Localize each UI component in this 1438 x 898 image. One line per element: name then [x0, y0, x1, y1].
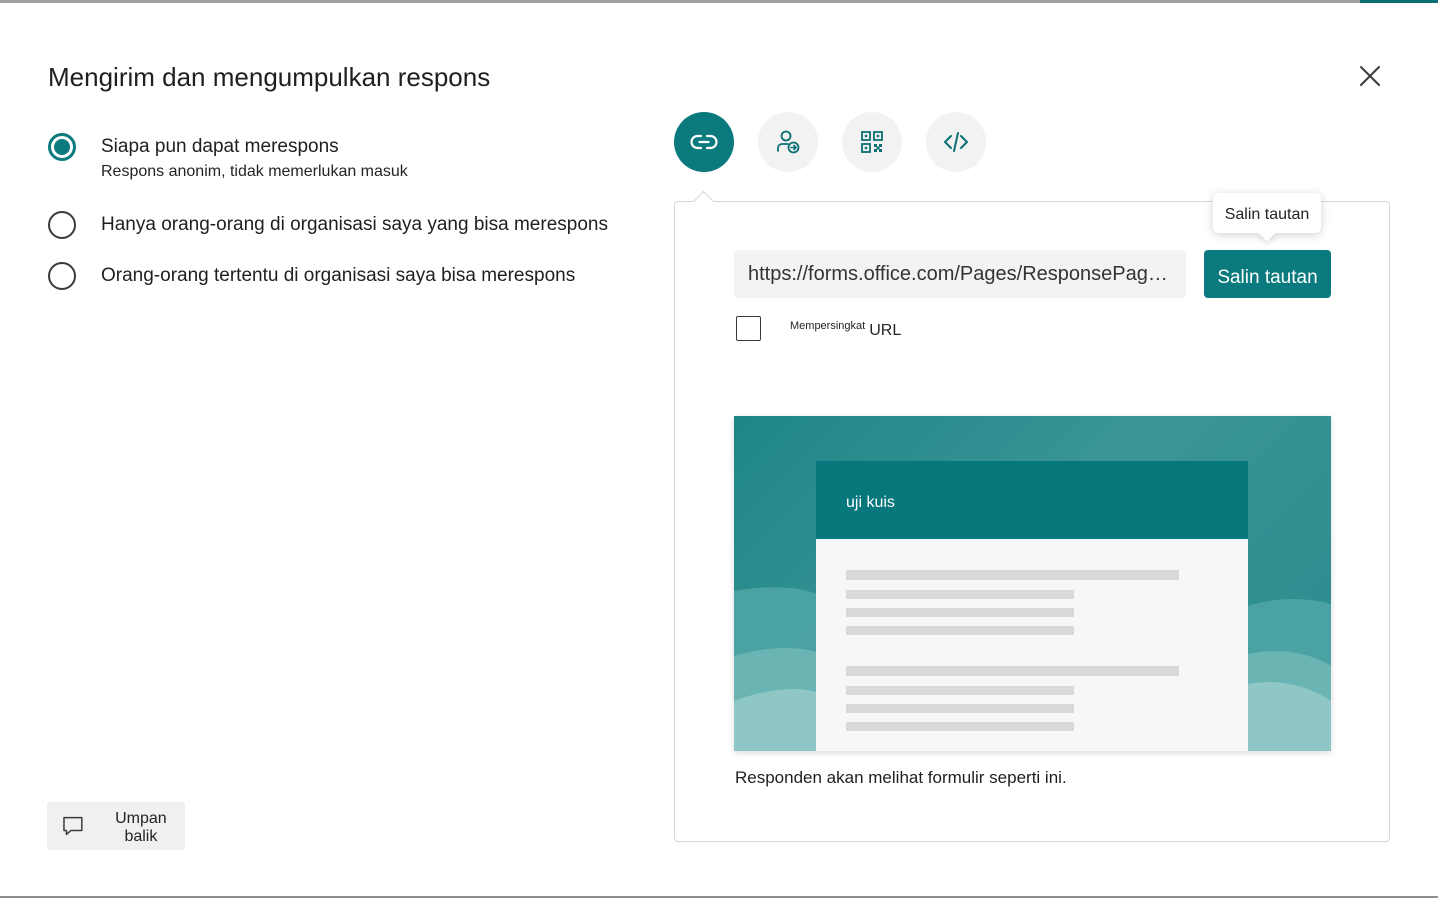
radio-organization[interactable]: [48, 211, 76, 239]
preview-form-card: uji kuis: [816, 461, 1248, 751]
tab-link[interactable]: [674, 112, 734, 172]
option-anyone[interactable]: Siapa pun dapat merespons Respons anonim…: [48, 133, 408, 181]
option-anyone-label: Siapa pun dapat merespons: [101, 136, 339, 157]
feedback-button[interactable]: Umpan balik: [47, 802, 185, 850]
close-button[interactable]: [1354, 60, 1386, 92]
invite-person-icon: [777, 130, 800, 154]
option-anyone-sublabel: Respons anonim, tidak memerlukan masuk: [101, 163, 408, 180]
preview-form-header: uji kuis: [816, 461, 1248, 539]
qr-code-icon: [861, 131, 883, 153]
copy-link-button[interactable]: Salin tautan: [1204, 250, 1331, 298]
window-top-accent: [1360, 0, 1438, 3]
copy-link-tooltip: Salin tautan: [1213, 193, 1321, 233]
form-url-field[interactable]: https://forms.office.com/Pages/ResponseP…: [734, 250, 1186, 298]
form-preview: uji kuis: [734, 416, 1331, 751]
shorten-url-label-url: URL: [869, 322, 902, 339]
preview-placeholder-line: [846, 626, 1074, 635]
preview-placeholder-line: [846, 608, 1074, 617]
option-specific-people-label: Orang-orang tertentu di organisasi saya …: [101, 265, 576, 286]
preview-caption: Responden akan melihat formulir seperti …: [735, 768, 1067, 787]
preview-form-title: uji kuis: [846, 494, 895, 511]
tab-embed[interactable]: [926, 112, 986, 172]
feedback-label: Umpan balik: [115, 810, 167, 845]
option-organization-label: Hanya orang-orang di organisasi saya yan…: [101, 214, 608, 235]
preview-placeholder-line: [846, 704, 1074, 713]
window-top-border: [0, 0, 1438, 3]
feedback-comment-icon: [63, 816, 83, 836]
radio-anyone[interactable]: [48, 133, 76, 161]
preview-placeholder-line: [846, 686, 1074, 695]
preview-placeholder-line: [846, 590, 1074, 599]
preview-placeholder-line: [846, 570, 1179, 580]
radio-specific-people[interactable]: [48, 262, 76, 290]
preview-placeholder-line: [846, 722, 1074, 731]
shorten-url-checkbox[interactable]: [736, 316, 761, 341]
option-organization[interactable]: Hanya orang-orang di organisasi saya yan…: [48, 211, 608, 239]
link-icon: [690, 134, 718, 150]
close-icon: [1360, 66, 1380, 86]
dialog-title: Mengirim dan mengumpulkan respons: [48, 62, 491, 92]
option-specific-people[interactable]: Orang-orang tertentu di organisasi saya …: [48, 262, 575, 290]
embed-code-icon: [944, 132, 968, 152]
shorten-url-label-small: Mempersingkat: [790, 320, 866, 332]
preview-placeholder-line: [846, 666, 1179, 676]
tab-qr-code[interactable]: [842, 112, 902, 172]
shorten-url-label: Mempersingkat URL: [790, 320, 902, 339]
tab-invite[interactable]: [758, 112, 818, 172]
